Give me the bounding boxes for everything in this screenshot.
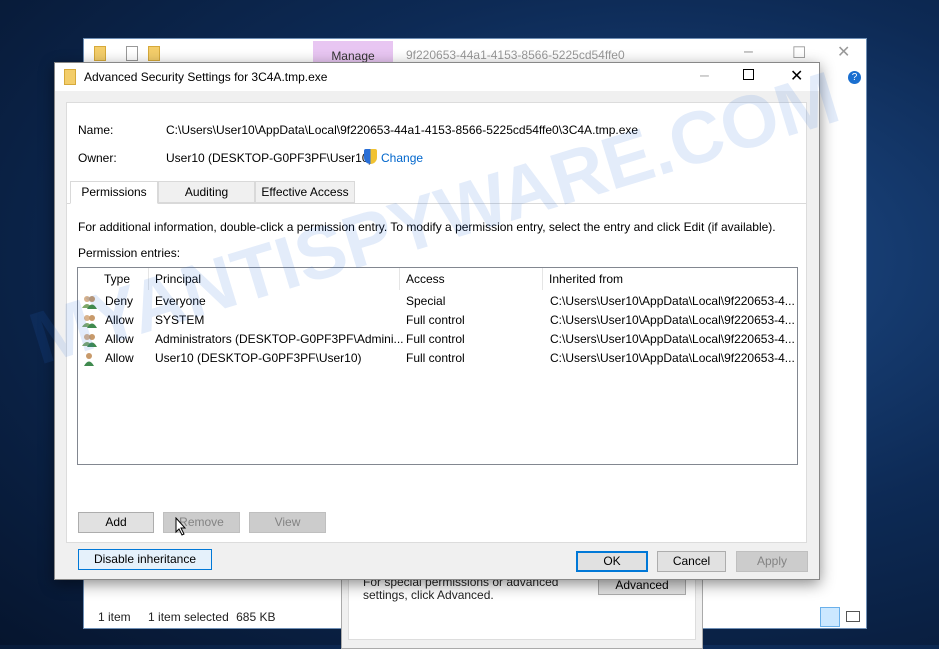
folder-icon	[64, 69, 76, 85]
properties-dialog: For special permissions or advanced sett…	[341, 569, 703, 649]
close-button[interactable]: ✕	[790, 66, 803, 86]
close-button[interactable]: ✕	[837, 42, 850, 62]
security-panel: Name: C:\Users\User10\AppData\Local\9f22…	[66, 102, 807, 570]
column-type[interactable]: Type	[98, 268, 149, 290]
permission-entry-row[interactable]: Allow User10 (DESKTOP-G0PF3PF\User10) Fu…	[78, 349, 797, 368]
change-owner-link[interactable]: Change	[381, 151, 423, 165]
permission-entries-list[interactable]: Type Principal Access Inherited from Den…	[77, 267, 798, 465]
permission-entry-row[interactable]: Allow SYSTEM Full control C:\Users\User1…	[78, 311, 797, 330]
column-inherited-from[interactable]: Inherited from	[543, 268, 793, 290]
owner-label: Owner:	[78, 151, 117, 165]
minimize-button[interactable]: –	[744, 43, 753, 61]
entry-inherited-from: C:\Users\User10\AppData\Local\9f220653-4…	[550, 351, 795, 365]
status-size: 685 KB	[236, 610, 276, 624]
uac-shield-icon	[364, 149, 377, 164]
entry-principal: User10 (DESKTOP-G0PF3PF\User10)	[155, 351, 362, 365]
maximize-button[interactable]	[743, 69, 754, 80]
user-icon	[82, 352, 96, 366]
entry-type: Allow	[105, 332, 134, 346]
group-icon	[82, 314, 97, 328]
entry-inherited-from: C:\Users\User10\AppData\Local\9f220653-4…	[550, 313, 795, 327]
group-icon	[82, 333, 97, 347]
maximize-button[interactable]: ☐	[792, 43, 806, 63]
status-selected: 1 item selected	[148, 610, 229, 624]
entry-access: Full control	[406, 313, 465, 327]
permission-entry-row[interactable]: Allow Administrators (DESKTOP-G0PF3PF\Ad…	[78, 330, 797, 349]
name-label: Name:	[78, 123, 114, 137]
properties-icon[interactable]	[126, 46, 138, 61]
cancel-button[interactable]: Cancel	[657, 551, 726, 572]
new-folder-icon[interactable]	[148, 46, 160, 61]
status-bar: 1 item 1 item selected 685 KB	[98, 610, 289, 624]
group-icon	[82, 295, 97, 309]
tab-effective-access[interactable]: Effective Access	[255, 181, 355, 203]
column-principal[interactable]: Principal	[149, 268, 400, 290]
column-access[interactable]: Access	[400, 268, 543, 290]
entry-access: Full control	[406, 332, 465, 346]
large-icons-view-icon[interactable]	[846, 611, 860, 622]
entry-inherited-from: C:\Users\User10\AppData\Local\9f220653-4…	[550, 332, 795, 346]
entry-principal: SYSTEM	[155, 313, 205, 327]
entry-type: Deny	[105, 294, 134, 308]
entry-type: Allow	[105, 351, 134, 365]
mouse-cursor-icon	[175, 517, 187, 536]
entries-label: Permission entries:	[78, 246, 181, 260]
owner-value: User10 (DESKTOP-G0PF3PF\User10)	[166, 151, 373, 165]
help-icon[interactable]: ?	[848, 71, 861, 84]
dialog-title: Advanced Security Settings for 3C4A.tmp.…	[84, 70, 328, 84]
info-text: For additional information, double-click…	[78, 220, 776, 234]
add-button[interactable]: Add	[78, 512, 154, 533]
tab-auditing[interactable]: Auditing	[158, 181, 255, 203]
entry-access: Full control	[406, 351, 465, 365]
permission-entry-row[interactable]: Deny Everyone Special C:\Users\User10\Ap…	[78, 292, 797, 311]
ok-button[interactable]: OK	[576, 551, 648, 572]
status-item-count: 1 item	[98, 610, 131, 624]
entry-access: Special	[406, 294, 446, 308]
name-value: C:\Users\User10\AppData\Local\9f220653-4…	[166, 123, 639, 137]
folder-icon	[94, 46, 106, 61]
advanced-security-dialog: Advanced Security Settings for 3C4A.tmp.…	[54, 62, 820, 580]
entry-principal: Administrators (DESKTOP-G0PF3PF\Admini..…	[155, 332, 404, 346]
entry-principal: Everyone	[155, 294, 206, 308]
details-view-icon[interactable]	[820, 607, 840, 627]
entry-type: Allow	[105, 313, 134, 327]
explorer-title: 9f220653-44a1-4153-8566-5225cd54ffe0	[406, 48, 625, 62]
view-button[interactable]: View	[249, 512, 326, 533]
tab-permissions[interactable]: Permissions	[70, 181, 158, 204]
apply-button[interactable]: Apply	[736, 551, 808, 572]
disable-inheritance-button[interactable]: Disable inheritance	[78, 549, 212, 570]
dialog-title-bar: Advanced Security Settings for 3C4A.tmp.…	[55, 63, 819, 91]
entry-inherited-from: C:\Users\User10\AppData\Local\9f220653-4…	[550, 294, 795, 308]
minimize-button[interactable]: –	[700, 67, 709, 85]
